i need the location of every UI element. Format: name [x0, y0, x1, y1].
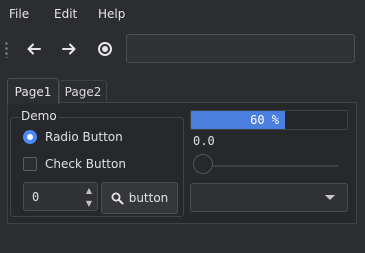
forward-button[interactable] [56, 36, 82, 62]
spinbox[interactable]: 0 ▲ ▼ [23, 182, 98, 211]
slider-handle[interactable] [193, 154, 213, 174]
check-button[interactable] [23, 157, 37, 171]
chevron-down-icon[interactable] [325, 195, 335, 200]
spin-up-icon[interactable]: ▲ [84, 185, 94, 195]
search-button[interactable]: button [101, 182, 178, 214]
spinbox-value: 0 [32, 190, 40, 204]
tab-page1[interactable]: Page1 [7, 78, 59, 104]
progress-text: 60 % [250, 113, 279, 127]
menu-help[interactable]: Help [98, 7, 125, 21]
radio-button[interactable] [23, 130, 37, 144]
toolbar-grip-icon[interactable] [5, 41, 8, 58]
record-icon [98, 42, 112, 56]
menu-bar: File Edit Help [0, 0, 365, 30]
value-readout: 0.0 [193, 134, 215, 148]
radio-button-label[interactable]: Radio Button [45, 130, 123, 144]
menu-edit[interactable]: Edit [54, 7, 77, 21]
progress-bar: 60 % [190, 110, 348, 130]
address-input[interactable] [126, 34, 355, 63]
check-button-label[interactable]: Check Button [45, 157, 126, 171]
search-button-label: button [128, 191, 169, 205]
menu-file[interactable]: File [9, 7, 29, 21]
arrow-left-icon [27, 43, 41, 55]
slider-track[interactable] [207, 165, 338, 167]
spin-down-icon[interactable]: ▼ [84, 198, 94, 208]
search-icon [111, 192, 124, 204]
demo-group-title: Demo [20, 109, 58, 123]
toolbar [0, 30, 365, 66]
combo-box[interactable] [190, 183, 348, 212]
back-button[interactable] [21, 36, 47, 62]
record-button[interactable] [92, 36, 118, 62]
tab-page2[interactable]: Page2 [59, 80, 107, 103]
arrow-right-icon [62, 43, 76, 55]
